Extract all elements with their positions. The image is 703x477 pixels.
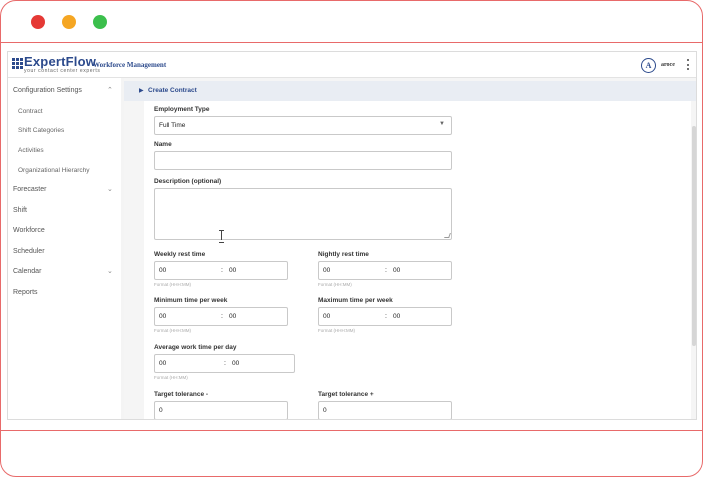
time-separator: : [385,267,387,274]
logo-tagline: your contact center experts [24,68,101,74]
time-separator: : [224,360,226,367]
weekly-rest-minutes[interactable]: 00 [229,267,236,274]
app-window: ExpertFlow your contact center experts W… [7,51,697,420]
max-week-minutes[interactable]: 00 [393,313,400,320]
sidebar-item-scheduler[interactable]: Scheduler [13,248,45,255]
resize-handle-icon[interactable] [444,233,451,238]
sidebar-item-configuration-settings[interactable]: Configuration Settings [13,87,82,94]
sidebar-item-forecaster[interactable]: Forecaster [13,186,46,193]
avg-day-input[interactable]: 00 : 00 [154,354,295,373]
logo-grid-icon [12,58,23,69]
min-week-label: Minimum time per week [154,297,228,304]
max-week-label: Maximum time per week [318,297,393,304]
sidebar-item-calendar[interactable]: Calendar [13,268,41,275]
main-content: ▶ Create Contract Employment Type Full T… [124,78,696,419]
nightly-rest-input[interactable]: 00 : 00 [318,261,452,280]
tolerance-minus-value: 0 [159,407,163,414]
weekly-rest-label: Weekly rest time [154,251,206,258]
close-window-button[interactable] [31,15,45,29]
min-week-minutes[interactable]: 00 [229,313,236,320]
min-week-hint: Format (HHH:MM) [154,328,191,333]
tolerance-minus-input[interactable]: 0 [154,401,288,419]
contract-form: Employment Type Full Time ▼ Name Descrip… [144,101,691,419]
max-week-hint: Format (HHH:MM) [318,328,355,333]
logo-name: ExpertFlow [24,54,97,69]
sidebar-item-contract[interactable]: Contract [18,108,43,115]
avg-day-hours[interactable]: 00 [159,360,166,367]
caret-right-icon: ▶ [139,88,144,94]
max-week-input[interactable]: 00 : 00 [318,307,452,326]
user-avatar[interactable]: A [641,58,656,73]
sidebar: Configuration Settings ⌃ Contract Shift … [8,78,121,419]
weekly-rest-hours[interactable]: 00 [159,267,166,274]
frame-divider-top [1,42,702,43]
time-separator: : [221,267,223,274]
sidebar-item-shift[interactable]: Shift [13,207,27,214]
app-header: ExpertFlow your contact center experts W… [8,52,696,78]
avg-day-label: Average work time per day [154,344,237,351]
window-controls [31,15,107,29]
chevron-up-icon[interactable]: ⌃ [107,86,113,94]
nightly-rest-minutes[interactable]: 00 [393,267,400,274]
text-cursor-icon [219,230,224,243]
max-week-hours[interactable]: 00 [323,313,330,320]
nightly-rest-hint: Format (HH:MM) [318,282,352,287]
tolerance-plus-input[interactable]: 0 [318,401,452,419]
name-label: Name [154,141,172,148]
sidebar-item-shift-categories[interactable]: Shift Categories [18,127,64,134]
minimize-window-button[interactable] [62,15,76,29]
sidebar-item-reports[interactable]: Reports [13,289,38,296]
nightly-rest-label: Nightly rest time [318,251,369,258]
chevron-down-icon[interactable]: ⌄ [107,185,113,193]
weekly-rest-input[interactable]: 00 : 00 [154,261,288,280]
description-textarea[interactable] [154,188,452,240]
username[interactable]: aroce [661,62,675,68]
app-title: Workforce Management [93,61,167,69]
min-week-hours[interactable]: 00 [159,313,166,320]
sidebar-item-activities[interactable]: Activities [18,147,44,154]
more-options-icon[interactable] [686,59,689,70]
maximize-window-button[interactable] [93,15,107,29]
employment-type-label: Employment Type [154,106,210,113]
description-label: Description (optional) [154,178,222,185]
sidebar-item-workforce[interactable]: Workforce [13,227,45,234]
create-contract-header[interactable]: ▶ Create Contract [124,81,696,101]
frame-divider-bottom [1,430,702,431]
employment-type-value: Full Time [159,122,186,129]
chevron-down-icon[interactable]: ⌄ [107,267,113,275]
min-week-input[interactable]: 00 : 00 [154,307,288,326]
content-scrollbar[interactable] [692,126,696,346]
tolerance-plus-label: Target tolerance + [318,391,374,398]
tolerance-plus-value: 0 [323,407,327,414]
expertflow-logo[interactable]: ExpertFlow your contact center experts [12,55,101,74]
avg-day-minutes[interactable]: 00 [232,360,239,367]
dropdown-caret-icon: ▼ [439,121,445,127]
employment-type-select[interactable]: Full Time ▼ [154,116,452,135]
avg-day-hint: Format (HH:MM) [154,375,188,380]
section-title: Create Contract [148,87,197,94]
time-separator: : [385,313,387,320]
browser-frame: ExpertFlow your contact center experts W… [0,0,703,477]
tolerance-minus-label: Target tolerance - [154,391,209,398]
name-input[interactable] [154,151,452,170]
sidebar-item-organizational-hierarchy[interactable]: Organizational Hierarchy [18,167,90,174]
weekly-rest-hint: Format (HHH:MM) [154,282,191,287]
nightly-rest-hours[interactable]: 00 [323,267,330,274]
time-separator: : [221,313,223,320]
